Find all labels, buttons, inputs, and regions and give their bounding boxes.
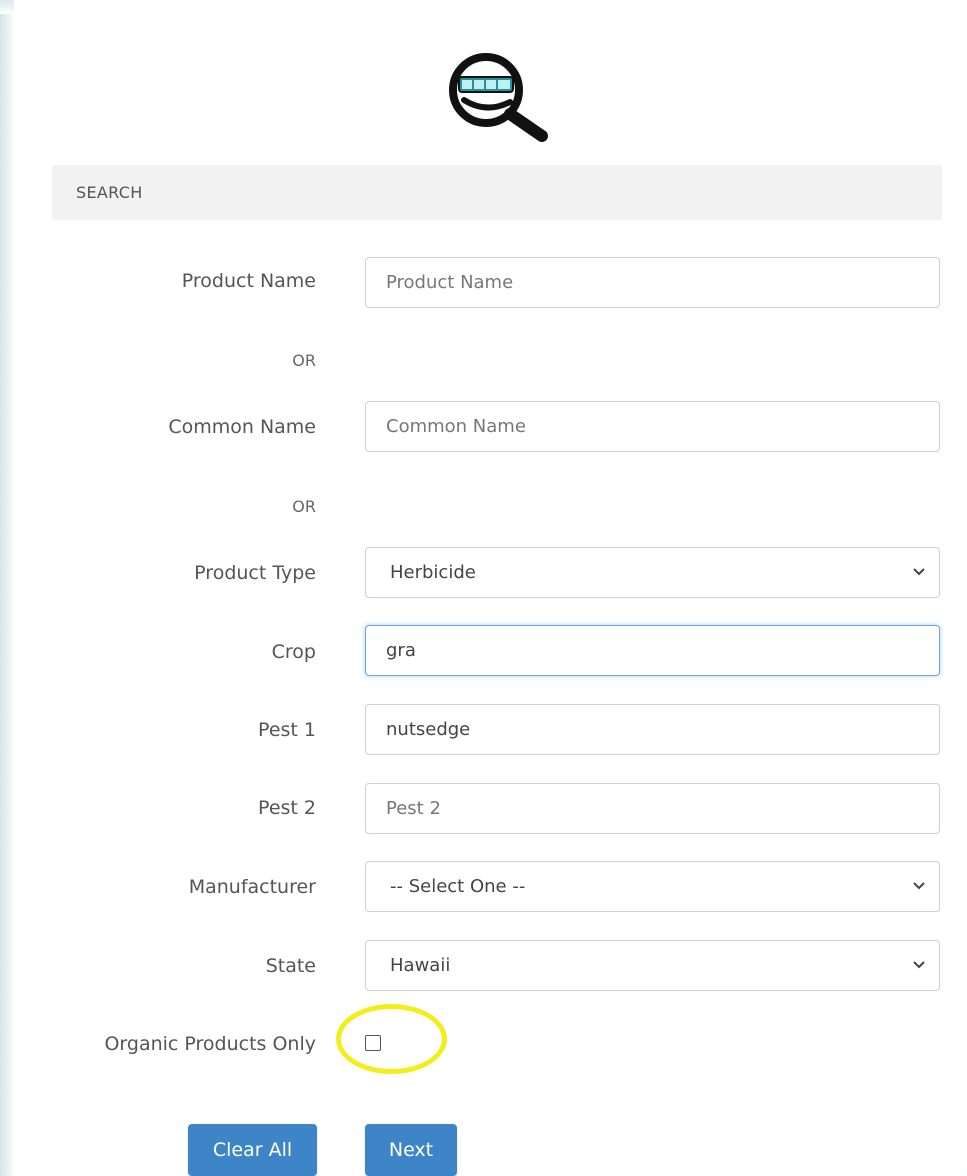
pest1-input[interactable] <box>365 704 940 755</box>
product-name-label: Product Name <box>181 270 316 292</box>
next-button[interactable]: Next <box>365 1124 457 1176</box>
clear-all-button[interactable]: Clear All <box>188 1124 317 1176</box>
manufacturer-label: Manufacturer <box>188 876 316 898</box>
chevron-down-icon <box>913 882 925 890</box>
state-selected-value: Hawaii <box>390 955 451 976</box>
search-panel-header: SEARCH <box>52 165 942 220</box>
product-name-input[interactable] <box>365 257 940 308</box>
crop-input[interactable] <box>365 625 940 676</box>
product-type-select[interactable]: Herbicide <box>365 547 940 598</box>
search-panel-title: SEARCH <box>76 183 143 202</box>
product-type-selected-value: Herbicide <box>390 562 476 583</box>
pest2-label: Pest 2 <box>258 797 316 819</box>
manufacturer-selected-value: -- Select One -- <box>390 876 526 897</box>
or-separator-1: OR <box>292 351 316 370</box>
common-name-label: Common Name <box>168 416 316 438</box>
highlight-annotation-ring <box>336 1004 447 1074</box>
organic-products-label: Organic Products Only <box>104 1033 316 1055</box>
manufacturer-select[interactable]: -- Select One -- <box>365 861 940 912</box>
state-label: State <box>265 955 316 977</box>
product-type-label: Product Type <box>194 562 316 584</box>
pest1-label: Pest 1 <box>258 719 316 741</box>
pest2-input[interactable] <box>365 783 940 834</box>
magnifier-logo-icon <box>449 53 548 142</box>
common-name-input[interactable] <box>365 401 940 452</box>
chevron-down-icon <box>913 568 925 576</box>
crop-label: Crop <box>271 641 316 663</box>
state-select[interactable]: Hawaii <box>365 940 940 991</box>
or-separator-2: OR <box>292 497 316 516</box>
chevron-down-icon <box>913 961 925 969</box>
